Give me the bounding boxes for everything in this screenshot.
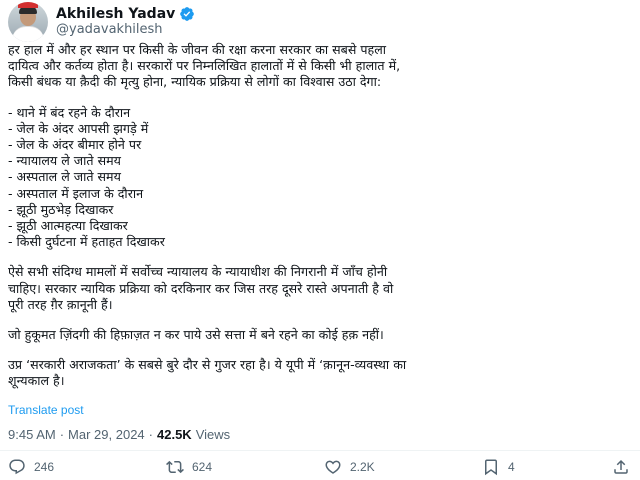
list-item: - न्यायालय ले जाते समय xyxy=(8,153,121,169)
author-info: Akhilesh Yadav @yadavakhilesh xyxy=(56,6,195,38)
divider xyxy=(0,450,640,451)
text-line: दायित्व और कर्तव्य होता है। सरकारों पर न… xyxy=(8,58,401,74)
translate-post-link[interactable]: Translate post xyxy=(8,403,84,417)
text-line: उप्र ‘सरकारी अराजकता’ के सबसे बुरे दौर स… xyxy=(8,357,407,373)
text-line: ऐसे सभी संदिग्ध मामलों में सर्वोच्च न्या… xyxy=(8,264,388,280)
views-label: Views xyxy=(195,427,231,442)
tweet-card: Akhilesh Yadav @yadavakhilesh हर हाल में… xyxy=(0,0,640,480)
reply-icon xyxy=(9,459,25,475)
list-item: - अस्पताल ले जाते समय xyxy=(8,169,121,185)
author-handle[interactable]: @yadavakhilesh xyxy=(56,22,195,38)
text-line: किसी बंधक या क़ैदी की मृत्यु होना, न्याय… xyxy=(8,74,382,90)
text-line: जो हुकूमत ज़िंदगी की हिफ़ाज़त न कर पाये … xyxy=(8,327,384,343)
bookmark-icon xyxy=(485,459,497,476)
reply-button[interactable]: 246 xyxy=(8,458,54,476)
list-item: - अस्पताल में इलाज के दौरान xyxy=(8,185,144,201)
post-time[interactable]: 9:45 AM xyxy=(8,427,56,442)
bookmark-count: 4 xyxy=(508,460,515,474)
heart-icon xyxy=(325,460,341,474)
avatar[interactable] xyxy=(8,2,48,42)
text-line: पूरी तरह ग़ैर क़ानूनी हैं। xyxy=(8,296,113,312)
list-item: - जेल के अंदर आपसी झगड़े में xyxy=(8,120,149,136)
list-item: - थाने में बंद रहने के दौरान xyxy=(8,104,131,120)
post-meta: 9:45 AM · Mar 29, 2024 · 42.5K Views xyxy=(8,427,230,442)
repost-count: 624 xyxy=(192,460,213,474)
share-button[interactable] xyxy=(612,458,630,476)
repost-icon xyxy=(166,460,184,474)
post-date[interactable]: Mar 29, 2024 xyxy=(68,427,145,442)
text-line: हर हाल में और हर स्थान पर किसी के जीवन क… xyxy=(8,42,387,57)
like-count: 2.2K xyxy=(350,460,375,474)
reply-count: 246 xyxy=(34,460,55,474)
like-button[interactable]: 2.2K xyxy=(324,458,375,476)
share-icon xyxy=(614,459,628,474)
list-item: - झूठी आत्महत्या दिखाकर xyxy=(8,218,128,234)
list-item: - जेल के अंदर बीमार होने पर xyxy=(8,137,142,153)
repost-button[interactable]: 624 xyxy=(166,458,212,476)
tweet-text: हर हाल में और हर स्थान पर किसी के जीवन क… xyxy=(8,42,632,390)
text-line: चाहिए। सरकार न्यायिक प्रक्रिया को दरकिना… xyxy=(8,280,394,296)
text-line: शून्यकाल है। xyxy=(8,373,65,389)
list-item: - झूठी मुठभेड़ दिखाकर xyxy=(8,201,114,217)
views-count: 42.5K xyxy=(157,427,192,442)
meta-separator: · xyxy=(59,427,65,442)
meta-separator: · xyxy=(148,427,153,442)
author-name[interactable]: Akhilesh Yadav xyxy=(56,6,175,22)
tweet-header: Akhilesh Yadav @yadavakhilesh xyxy=(8,2,195,42)
list-item: - किसी दुर्घटना में हताहत दिखाकर xyxy=(8,234,165,250)
action-bar: 246 624 2.2K 4 xyxy=(8,458,632,478)
verified-badge-icon xyxy=(180,7,195,21)
bookmark-button[interactable]: 4 xyxy=(482,458,515,476)
